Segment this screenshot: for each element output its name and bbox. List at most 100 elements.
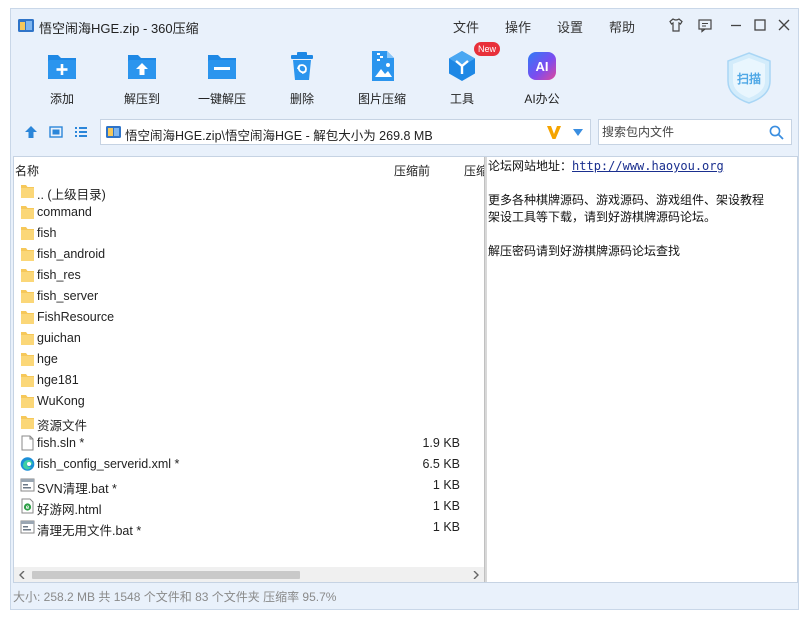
- menu-settings[interactable]: 设置: [557, 17, 583, 36]
- column-header-name[interactable]: 名称: [15, 162, 39, 179]
- file-row[interactable]: hge181: [14, 370, 484, 391]
- scroll-left-icon[interactable]: [19, 571, 25, 579]
- file-row[interactable]: fish: [14, 223, 484, 244]
- comment-line-3: 架设工具等下载，请到好游棋牌源码论坛。: [488, 210, 717, 224]
- column-header-compressed[interactable]: 压缩前: [394, 162, 430, 179]
- file-row[interactable]: fish_config_serverid.xml * 6.5 KB: [14, 454, 484, 475]
- horizontal-scrollbar[interactable]: [14, 567, 484, 582]
- archive-app-icon: [18, 19, 34, 32]
- file-size: 6.5 KB: [422, 457, 460, 471]
- feedback-icon[interactable]: [697, 17, 713, 33]
- skin-shirt-icon[interactable]: [668, 17, 684, 33]
- one-click-extract-button[interactable]: 一键解压: [192, 49, 252, 107]
- add-button[interactable]: 添加: [32, 49, 92, 107]
- file-row[interactable]: fish.sln * 1.9 KB: [14, 433, 484, 454]
- menu-operate[interactable]: 操作: [505, 17, 531, 36]
- file-size: 1 KB: [432, 478, 460, 492]
- file-name: 清理无用文件.bat *: [37, 524, 142, 538]
- file-name: SVN清理.bat *: [37, 482, 117, 496]
- file-row[interactable]: fish_android: [14, 244, 484, 265]
- folder-icon: [20, 393, 35, 409]
- up-arrow-icon[interactable]: [24, 125, 38, 139]
- delete-button[interactable]: 删除: [272, 49, 332, 107]
- file-row[interactable]: SVN清理.bat * 1 KB: [14, 475, 484, 496]
- batch-file-icon: [20, 519, 35, 535]
- address-bar[interactable]: 悟空闹海HGE.zip\悟空闹海HGE - 解包大小为 269.8 MB: [100, 119, 591, 145]
- file-name: 好游网.html: [37, 503, 102, 517]
- list-view-icon[interactable]: [74, 125, 88, 139]
- file-name: WuKong: [37, 394, 85, 408]
- file-name: fish: [37, 226, 57, 240]
- file-row[interactable]: WuKong: [14, 391, 484, 412]
- file-row[interactable]: e 好游网.html 1 KB: [14, 496, 484, 517]
- extract-to-button[interactable]: 解压到: [112, 49, 172, 107]
- close-icon[interactable]: [776, 17, 792, 33]
- image-compress-label: 图片压缩: [357, 92, 406, 106]
- archive-comment-pane: 论坛网站地址：http://www.haoyou.org 更多各种棋牌源码、游戏…: [487, 157, 797, 582]
- title-bar: 悟空闹海HGE.zip - 360压缩 文件 操作 设置 帮助: [11, 9, 800, 41]
- v-logo-icon[interactable]: [546, 124, 562, 140]
- add-icon: [48, 55, 76, 79]
- search-input[interactable]: [599, 120, 764, 144]
- file-name: fish.sln *: [37, 436, 85, 450]
- file-icon: [20, 435, 35, 451]
- file-name: fish_config_serverid.xml *: [37, 457, 180, 471]
- shield-scan-icon: 扫描: [727, 52, 771, 104]
- edge-file-icon: [20, 456, 35, 472]
- image-compress-button[interactable]: 图片压缩: [352, 49, 412, 107]
- file-row[interactable]: 清理无用文件.bat * 1 KB: [14, 517, 484, 538]
- scroll-right-icon[interactable]: [473, 571, 479, 579]
- one-click-extract-label: 一键解压: [197, 92, 246, 106]
- content-area: 名称 压缩前 压缩 .. (上级目录) command fish fish_andro…: [13, 156, 798, 583]
- maximize-icon[interactable]: [752, 17, 768, 33]
- file-name: 资源文件: [37, 419, 88, 433]
- chevron-down-icon[interactable]: [573, 129, 583, 136]
- thumbnail-view-icon[interactable]: [49, 125, 63, 139]
- scan-button[interactable]: 扫描: [725, 51, 773, 105]
- file-name: fish_server: [37, 289, 99, 303]
- comment-line-4: 解压密码请到好游棋牌源码论坛查找: [488, 244, 681, 258]
- folder-icon: [20, 372, 35, 388]
- ai-office-label: AI办公: [524, 92, 560, 106]
- ai-office-button[interactable]: AI AI办公: [512, 49, 572, 107]
- file-name: fish_res: [37, 268, 81, 282]
- folder-icon: [20, 351, 35, 367]
- file-name: .. (上级目录): [37, 188, 106, 202]
- tools-label: 工具: [449, 92, 474, 106]
- file-row[interactable]: fish_server: [14, 286, 484, 307]
- menu-help[interactable]: 帮助: [609, 17, 635, 36]
- search-box[interactable]: [598, 119, 792, 145]
- file-name: hge181: [37, 373, 79, 387]
- search-icon[interactable]: [769, 125, 784, 140]
- file-list-pane[interactable]: 名称 压缩前 压缩 .. (上级目录) command fish fish_andro…: [14, 157, 484, 582]
- file-row[interactable]: FishResource: [14, 307, 484, 328]
- one-click-extract-icon: [208, 55, 236, 79]
- forum-label: 论坛网站地址：: [488, 159, 573, 173]
- add-label: 添加: [49, 92, 74, 106]
- archive-path: 悟空闹海HGE.zip\悟空闹海HGE - 解包大小为 269.8 MB: [125, 129, 433, 143]
- folder-icon: [20, 246, 35, 262]
- menu-file[interactable]: 文件: [453, 17, 479, 36]
- file-row[interactable]: 资源文件: [14, 412, 484, 433]
- file-row[interactable]: guichan: [14, 328, 484, 349]
- file-row[interactable]: command: [14, 202, 484, 223]
- forum-link[interactable]: http://www.haoyou.org: [572, 159, 724, 173]
- column-header-after[interactable]: 压缩: [464, 162, 484, 179]
- window-title: 悟空闹海HGE.zip - 360压缩: [39, 21, 199, 36]
- folder-icon: [20, 225, 35, 241]
- folder-icon: [20, 183, 35, 199]
- folder-icon: [20, 309, 35, 325]
- file-row[interactable]: hge: [14, 349, 484, 370]
- status-bar-text: 大小: 258.2 MB 共 1548 个文件和 83 个文件夹 压缩率 95.…: [13, 590, 337, 604]
- minimize-icon[interactable]: [728, 17, 744, 33]
- file-size: 1.9 KB: [422, 436, 460, 450]
- tools-icon: [449, 51, 475, 81]
- folder-icon: [20, 414, 35, 430]
- file-row[interactable]: .. (上级目录): [14, 181, 484, 202]
- file-row[interactable]: fish_res: [14, 265, 484, 286]
- comment-line-2: 更多各种棋牌源码、游戏源码、游戏组件、架设教程: [488, 193, 765, 207]
- scrollbar-thumb[interactable]: [32, 571, 300, 579]
- tools-button[interactable]: 工具: [432, 49, 492, 107]
